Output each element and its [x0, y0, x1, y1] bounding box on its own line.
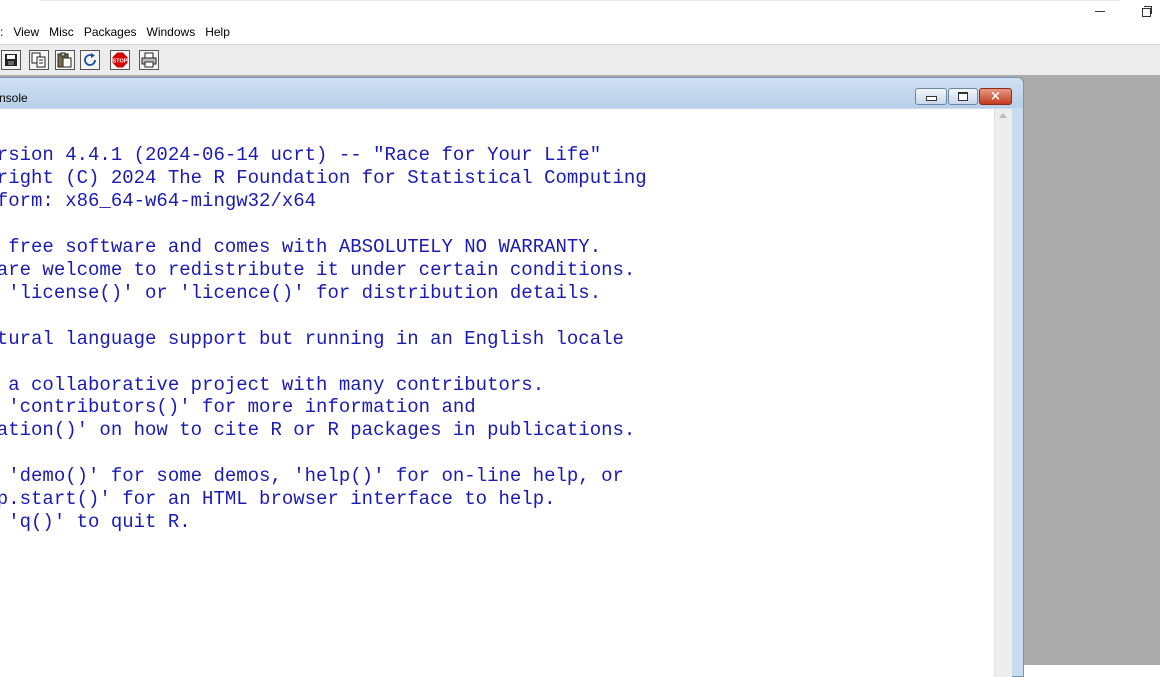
scroll-up-icon[interactable]	[999, 113, 1007, 118]
close-icon: ×	[990, 89, 1001, 104]
console-line: Version 4.4.1 (2024-06-14 ucrt) -- "Race…	[0, 144, 602, 166]
menu-bar: : View Misc Packages Windows Help	[0, 22, 1160, 42]
save-icon	[5, 54, 17, 66]
app-restore-button[interactable]	[1123, 0, 1160, 22]
stop-button[interactable]: STOP	[110, 50, 130, 70]
copy-button[interactable]	[29, 50, 49, 70]
console-line: natural language support but running in …	[0, 327, 624, 350]
console-close-button[interactable]: ×	[979, 88, 1012, 105]
console-titlebar[interactable]: nsole ×	[0, 78, 1023, 108]
console-line: itation()' on how to cite R or R package…	[0, 419, 636, 442]
menu-help[interactable]: Help	[200, 22, 235, 42]
console-window: nsole × Version 4.4.1 (2024-06-14 ucrt) …	[0, 77, 1024, 677]
console-line: pe 'q()' to quit R.	[8, 511, 191, 534]
print-icon	[141, 52, 157, 68]
console-line: is free software and comes with ABSOLUTE…	[0, 235, 602, 258]
titlebar-edge	[40, 0, 1120, 1]
refresh-button[interactable]	[80, 50, 100, 70]
toolbar: STOP	[0, 44, 1160, 75]
save-button[interactable]	[1, 50, 21, 70]
mdi-workspace: nsole × Version 4.4.1 (2024-06-14 ucrt) …	[0, 75, 1160, 677]
refresh-icon	[84, 53, 96, 66]
vertical-scrollbar[interactable]	[994, 109, 1012, 677]
console-line: pe 'license()' or 'licence()' for distri…	[0, 281, 602, 304]
console-minimize-button[interactable]	[915, 88, 947, 105]
console-line: pe 'contributors()' for more information…	[0, 396, 476, 419]
menu-file[interactable]: :	[0, 22, 8, 42]
print-button[interactable]	[139, 50, 159, 70]
console-line: pe 'demo()' for some demos, 'help()' for…	[0, 465, 624, 488]
minimize-icon	[925, 96, 937, 101]
minimize-icon	[1095, 10, 1105, 12]
console-line: u are welcome to redistribute it under c…	[0, 258, 636, 281]
console-line: elp.start()' for an HTML browser interfa…	[0, 488, 556, 511]
console-line: is a collaborative project with many con…	[0, 373, 545, 396]
console-maximize-button[interactable]	[948, 88, 978, 105]
app-minimize-button[interactable]	[1077, 0, 1123, 22]
menu-windows[interactable]: Windows	[142, 22, 201, 42]
menu-view[interactable]: View	[8, 22, 44, 42]
app-titlebar	[0, 0, 1160, 22]
paste-icon	[57, 52, 72, 68]
console-output[interactable]: Version 4.4.1 (2024-06-14 ucrt) -- "Race…	[0, 109, 1002, 677]
paste-button[interactable]	[55, 50, 75, 70]
menu-misc[interactable]: Misc	[44, 22, 79, 42]
console-line: pyright (C) 2024 The R Foundation for St…	[0, 166, 647, 189]
svg-text:STOP: STOP	[113, 59, 128, 65]
console-title: nsole	[0, 91, 28, 105]
maximize-icon	[958, 92, 968, 101]
copy-icon	[31, 52, 46, 68]
menu-packages[interactable]: Packages	[79, 22, 142, 42]
console-text: Version 4.4.1 (2024-06-14 ucrt) -- "Race…	[0, 144, 647, 534]
stop-icon: STOP	[111, 51, 129, 69]
console-line: atform: x86_64-w64-mingw32/x64	[0, 189, 317, 212]
